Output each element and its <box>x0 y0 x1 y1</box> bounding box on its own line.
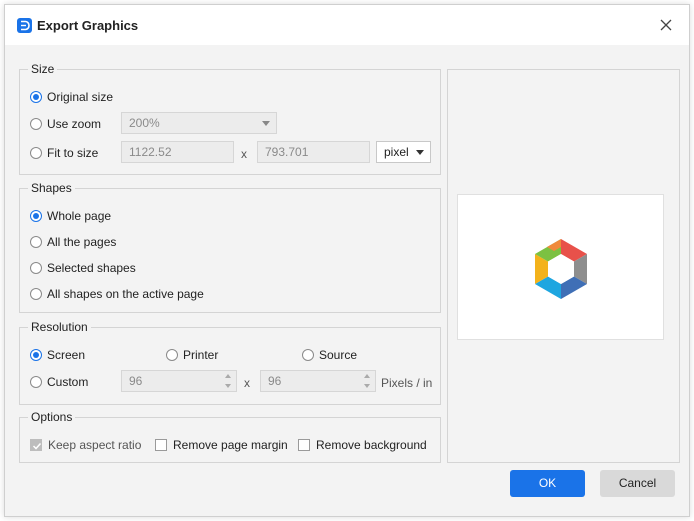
radio-indicator <box>30 349 42 361</box>
unit-value: pixel <box>384 145 409 159</box>
whole-page-label: Whole page <box>47 209 112 223</box>
radio-indicator <box>30 210 42 222</box>
fit-to-size-label: Fit to size <box>47 146 99 160</box>
zoom-value: 200% <box>129 116 160 130</box>
use-zoom-radio[interactable]: Use zoom <box>30 117 101 131</box>
options-group: Options Keep aspect ratio Remove page ma… <box>19 410 441 463</box>
original-size-label: Original size <box>47 90 114 104</box>
resolution-x-separator: x <box>244 376 250 390</box>
dpi-x-value: 96 <box>129 374 143 388</box>
dpi-y-stepper[interactable]: 96 <box>260 370 376 392</box>
screen-radio[interactable]: Screen <box>30 348 85 362</box>
shapes-group: Shapes Whole page All the pages Selected… <box>19 181 441 313</box>
selected-shapes-radio[interactable]: Selected shapes <box>30 261 136 275</box>
source-label: Source <box>319 348 358 362</box>
dpi-y-value: 96 <box>268 374 282 388</box>
radio-indicator <box>30 262 42 274</box>
preview-canvas <box>457 194 664 340</box>
dpi-x-stepper[interactable]: 96 <box>121 370 237 392</box>
selected-shapes-label: Selected shapes <box>47 261 136 275</box>
keep-aspect-ratio-checkbox[interactable]: Keep aspect ratio <box>30 438 141 452</box>
export-graphics-dialog: Export Graphics Size Original size Use z… <box>4 4 690 517</box>
radio-indicator <box>30 376 42 388</box>
whole-page-radio[interactable]: Whole page <box>30 209 111 223</box>
radio-indicator <box>166 349 178 361</box>
chevron-down-icon <box>262 121 270 126</box>
checkbox-indicator <box>30 439 42 451</box>
custom-radio[interactable]: Custom <box>30 375 88 389</box>
keep-aspect-ratio-label: Keep aspect ratio <box>48 438 142 452</box>
radio-indicator <box>30 147 42 159</box>
options-legend: Options <box>28 410 76 424</box>
radio-indicator <box>30 288 42 300</box>
width-input[interactable]: 1122.52 <box>121 141 234 163</box>
checkbox-indicator <box>298 439 310 451</box>
all-pages-label: All the pages <box>47 235 117 249</box>
stepper-arrows-icon[interactable] <box>223 372 233 390</box>
unit-select[interactable]: pixel <box>376 141 431 163</box>
app-logo-icon <box>17 18 32 33</box>
resolution-legend: Resolution <box>28 320 91 334</box>
shapes-legend: Shapes <box>28 181 75 195</box>
active-page-shapes-label: All shapes on the active page <box>47 287 204 301</box>
close-icon[interactable] <box>657 16 675 34</box>
dpi-unit-label: Pixels / in <box>381 376 433 390</box>
original-size-radio[interactable]: Original size <box>30 90 113 104</box>
screen-label: Screen <box>47 348 86 362</box>
fit-to-size-radio[interactable]: Fit to size <box>30 146 98 160</box>
preview-diagram-thumbnail <box>535 239 587 299</box>
height-input[interactable]: 793.701 <box>257 141 370 163</box>
size-legend: Size <box>28 62 58 76</box>
chevron-down-icon <box>416 150 424 155</box>
remove-background-checkbox[interactable]: Remove background <box>298 438 427 452</box>
remove-background-label: Remove background <box>316 438 427 452</box>
preview-panel <box>447 69 680 463</box>
ok-button[interactable]: OK <box>510 470 585 497</box>
radio-indicator <box>30 91 42 103</box>
cancel-button[interactable]: Cancel <box>600 470 675 497</box>
radio-indicator <box>302 349 314 361</box>
title-bar: Export Graphics <box>5 5 689 45</box>
source-radio[interactable]: Source <box>302 348 357 362</box>
active-page-shapes-radio[interactable]: All shapes on the active page <box>30 287 204 301</box>
checkbox-indicator <box>155 439 167 451</box>
height-value: 793.701 <box>265 145 309 159</box>
all-pages-radio[interactable]: All the pages <box>30 235 116 249</box>
resolution-group: Resolution Screen Printer Source Custom … <box>19 320 441 405</box>
radio-indicator <box>30 118 42 130</box>
size-group: Size Original size Use zoom 200% Fit to … <box>19 62 441 175</box>
custom-label: Custom <box>47 375 89 389</box>
printer-radio[interactable]: Printer <box>166 348 218 362</box>
size-x-separator: x <box>241 147 247 161</box>
zoom-select[interactable]: 200% <box>121 112 277 134</box>
remove-page-margin-checkbox[interactable]: Remove page margin <box>155 438 288 452</box>
dialog-title: Export Graphics <box>37 18 139 33</box>
stepper-arrows-icon[interactable] <box>362 372 372 390</box>
remove-page-margin-label: Remove page margin <box>173 438 288 452</box>
width-value: 1122.52 <box>129 145 172 159</box>
use-zoom-label: Use zoom <box>47 117 102 131</box>
printer-label: Printer <box>183 348 219 362</box>
radio-indicator <box>30 236 42 248</box>
